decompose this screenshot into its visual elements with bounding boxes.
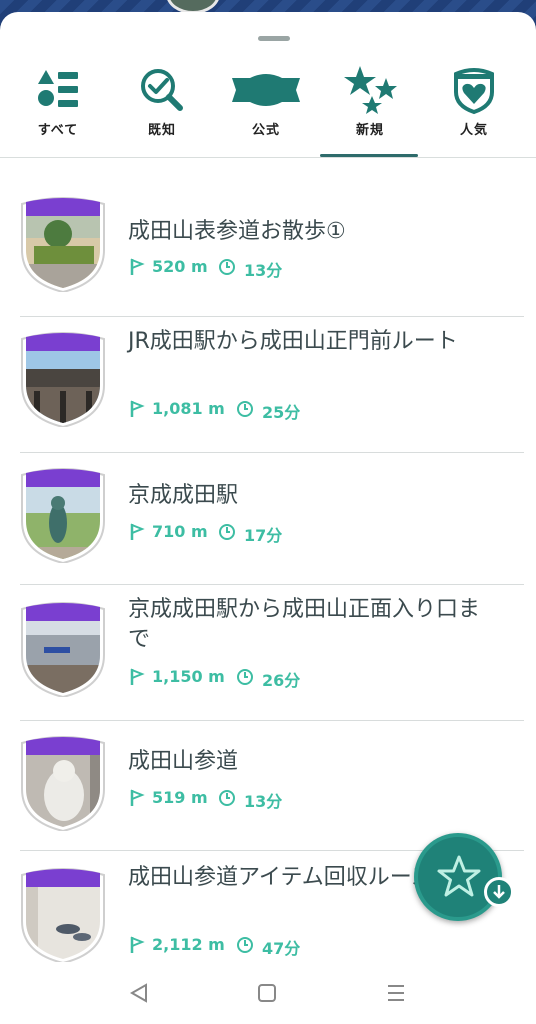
route-title: 成田山表参道お散歩① [128,219,346,244]
system-nav-bar [0,962,536,1024]
star-download-icon [436,854,482,904]
clock-icon [236,668,254,686]
route-thumbnail [20,329,106,427]
list-item[interactable]: 京成成田駅 710 m 17分 [0,453,536,585]
route-duration: 26分 [262,671,301,690]
route-distance: 519 m [152,788,208,807]
flag-icon [128,400,146,418]
route-title: JR成田駅から成田山正門前ルート [128,329,458,354]
tab-label: 新規 [355,123,384,138]
route-meta: 2,112 m 47分 [128,935,368,958]
list-icon [6,64,110,116]
tab-new[interactable]: 新規 [318,62,422,157]
tab-label: すべて [37,123,79,138]
route-meta: 1,081 m 25分 [128,399,368,422]
home-square-icon[interactable] [252,978,282,1008]
route-duration: 17分 [244,526,283,545]
route-title: 京成成田駅から成田山正面入り口まで [128,597,481,652]
route-thumbnail [20,733,106,831]
flag-icon [128,258,146,276]
route-duration: 25分 [262,403,301,422]
magnifier-check-icon [110,64,214,116]
route-distance: 1,081 m [152,399,225,418]
filter-tabs: すべて 既知 公式 新規 人気 [0,62,536,157]
flag-icon [128,668,146,686]
list-item[interactable]: 成田山表参道お散歩① 520 m 13分 [0,158,536,317]
tab-official[interactable]: 公式 [214,62,318,157]
flag-icon [128,789,146,807]
list-item[interactable]: JR成田駅から成田山正門前ルート 1,081 m 25分 [0,317,536,453]
route-thumbnail [20,865,106,963]
official-banner-icon [214,64,318,116]
route-distance: 710 m [152,522,208,541]
clock-icon [236,400,254,418]
route-meta: 520 m 13分 [128,257,328,280]
list-item[interactable]: 京成成田駅から成田山正面入り口まで 1,150 m 26分 [0,585,536,721]
sheet-drag-handle[interactable] [258,36,290,41]
menu-lines-icon[interactable] [381,978,411,1008]
tab-label: 公式 [251,123,280,138]
download-arrow-icon [484,877,514,907]
tab-known[interactable]: 既知 [110,62,214,157]
three-stars-icon [318,64,422,116]
tab-all[interactable]: すべて [6,62,110,157]
clock-icon [218,258,236,276]
route-distance: 2,112 m [152,935,225,954]
tab-popular[interactable]: 人気 [422,62,526,157]
route-meta: 1,150 m 26分 [128,667,368,690]
route-duration: 47分 [262,939,301,958]
flag-icon [128,523,146,541]
route-title: 京成成田駅 [128,483,239,508]
back-triangle-icon[interactable] [124,978,154,1008]
route-distance: 520 m [152,257,208,276]
route-distance: 1,150 m [152,667,225,686]
route-duration: 13分 [244,792,283,811]
tab-label: 人気 [459,123,488,138]
list-item[interactable]: 成田山参道 519 m 13分 [0,721,536,851]
heart-badge-icon [422,64,526,116]
clock-icon [236,936,254,954]
route-meta: 519 m 13分 [128,788,328,811]
route-thumbnail [20,599,106,697]
route-meta: 710 m 17分 [128,522,328,545]
route-duration: 13分 [244,261,283,280]
route-thumbnail [20,465,106,563]
tab-label: 既知 [147,123,176,138]
route-thumbnail [20,194,106,292]
create-route-fab[interactable] [414,833,514,921]
clock-icon [218,523,236,541]
flag-icon [128,936,146,954]
clock-icon [218,789,236,807]
route-title: 成田山参道 [128,749,239,774]
